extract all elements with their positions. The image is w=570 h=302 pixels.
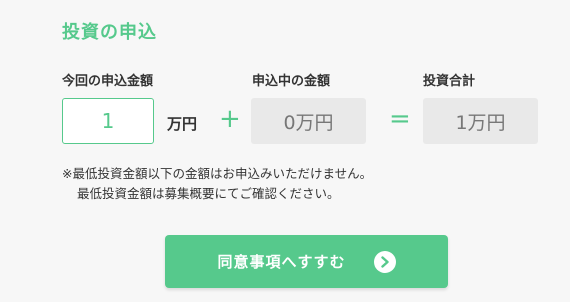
proceed-button-label: 同意事項へすすむ bbox=[217, 253, 346, 271]
section-title: 投資の申込 bbox=[62, 22, 157, 43]
amount-unit-label: 万円 bbox=[167, 115, 198, 133]
investment-application-section: 投資の申込 今回の申込金額 申込中の金額 投資合計 万円 + 0万円 = 1万円… bbox=[0, 0, 570, 302]
note-line: 最低投資金額は募集概要にてご確認ください。 bbox=[77, 186, 340, 201]
currently-applying-label: 申込中の金額 bbox=[252, 74, 331, 89]
note-line: ※最低投資金額以下の金額はお申込みいただけません。 bbox=[62, 166, 373, 181]
equals-operator: = bbox=[389, 104, 411, 134]
arrow-right-circle-icon bbox=[373, 250, 396, 273]
this-application-label: 今回の申込金額 bbox=[62, 74, 154, 89]
currently-applying-value: 0万円 bbox=[251, 98, 366, 144]
investment-total-value: 1万円 bbox=[423, 98, 538, 144]
plus-operator: + bbox=[219, 104, 241, 134]
minimum-amount-note: ※最低投資金額以下の金額はお申込みいただけません。 最低投資金額は募集概要にてご… bbox=[62, 164, 372, 204]
proceed-to-agreement-button[interactable]: 同意事項へすすむ bbox=[165, 235, 448, 288]
application-amount-input[interactable] bbox=[62, 98, 154, 144]
investment-total-label: 投資合計 bbox=[423, 74, 476, 89]
